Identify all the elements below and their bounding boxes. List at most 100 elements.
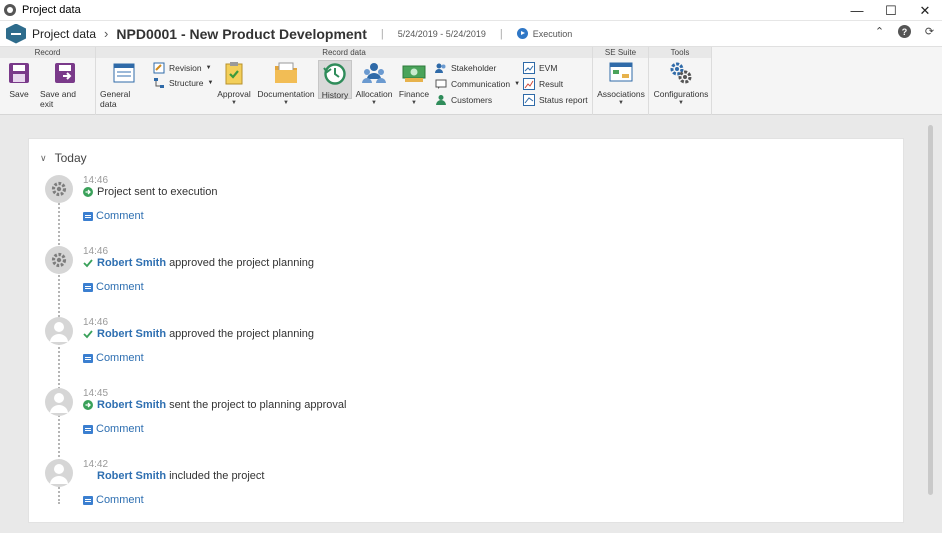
window-title: Project data <box>22 4 81 16</box>
play-icon <box>83 400 93 410</box>
comment-icon <box>83 282 93 292</box>
dropdown-caret-icon: ▼ <box>283 100 289 106</box>
header-divider: | <box>499 27 503 40</box>
customers-icon <box>435 94 447 106</box>
comment-label: Comment <box>96 423 144 435</box>
approval-button[interactable]: Approval ▼ <box>216 61 252 106</box>
group-label: SE Suite <box>593 47 648 58</box>
timeline-entry: 14:42 Robert Smith included the project … <box>29 459 889 529</box>
allocation-icon <box>362 61 386 85</box>
history-button[interactable]: History <box>318 60 352 100</box>
customers-button[interactable]: Customers <box>435 93 492 107</box>
timeline-group-header[interactable]: ∨ Today <box>40 151 87 165</box>
comment-link[interactable]: Comment <box>83 352 144 364</box>
help-icon[interactable]: ? <box>898 25 911 38</box>
communication-button[interactable]: Communication ▼ <box>435 77 520 91</box>
revision-icon <box>153 62 165 74</box>
header-divider: | <box>380 27 384 40</box>
ribbon-group-record: Record Save Save and exit <box>0 47 96 115</box>
record-status: Execution <box>516 28 572 39</box>
entry-time: 14:42 <box>83 459 109 470</box>
ribbon-group-tools: Tools Configurations ▼ <box>649 47 712 115</box>
status-report-button[interactable]: Status report <box>523 93 588 107</box>
close-button[interactable]: ✕ <box>908 0 942 21</box>
history-icon <box>323 62 347 86</box>
finance-icon <box>402 61 426 85</box>
customers-label: Customers <box>451 95 493 105</box>
maximize-button[interactable]: ☐ <box>874 0 908 21</box>
ribbon-group-se-suite: SE Suite Associations ▼ <box>593 47 649 115</box>
group-label: Tools <box>649 47 711 58</box>
communication-icon <box>435 78 447 90</box>
entry-user-link[interactable]: Robert Smith <box>97 470 166 482</box>
comment-icon <box>83 424 93 434</box>
user-icon <box>45 388 73 416</box>
save-exit-icon <box>53 61 77 85</box>
stakeholder-icon <box>435 62 447 74</box>
associations-icon <box>609 61 633 85</box>
stakeholder-button[interactable]: Stakeholder <box>435 61 496 75</box>
vertical-scrollbar[interactable] <box>928 125 933 495</box>
comment-link[interactable]: Comment <box>83 210 144 222</box>
blank-status <box>83 471 93 481</box>
save-icon <box>7 61 31 85</box>
dropdown-caret-icon: ▼ <box>207 80 214 86</box>
entry-text: Robert Smith approved the project planni… <box>83 328 314 340</box>
dropdown-caret-icon: ▼ <box>411 100 417 106</box>
collapse-icon[interactable]: ⌃ <box>873 25 886 38</box>
associations-label: Associations <box>597 89 645 99</box>
entry-user-link[interactable]: Robert Smith <box>97 399 166 411</box>
evm-button[interactable]: EVM <box>523 61 557 75</box>
check-icon <box>83 258 93 268</box>
minimize-button[interactable]: — <box>840 0 874 21</box>
entry-text: Robert Smith sent the project to plannin… <box>83 399 346 411</box>
entry-time: 14:45 <box>83 388 109 399</box>
chevron-down-icon[interactable]: ∨ <box>40 153 47 164</box>
structure-button[interactable]: Structure ▼ <box>153 76 213 90</box>
comment-icon <box>83 495 93 505</box>
documentation-button[interactable]: Documentation ▼ <box>257 61 315 106</box>
associations-button[interactable]: Associations ▼ <box>597 61 645 106</box>
header-actions: ⌃ ? ⟳ <box>873 25 936 38</box>
dropdown-caret-icon: ▼ <box>205 65 212 71</box>
general-data-label: General data <box>100 89 131 109</box>
check-icon <box>83 329 93 339</box>
save-exit-label: Save and exit <box>40 89 76 109</box>
save-exit-button[interactable]: Save and exit <box>40 61 90 109</box>
configurations-button[interactable]: Configurations ▼ <box>653 61 709 106</box>
comment-label: Comment <box>96 210 144 222</box>
refresh-icon[interactable]: ⟳ <box>923 25 936 38</box>
entry-time: 14:46 <box>83 175 109 186</box>
allocation-button[interactable]: Allocation ▼ <box>356 61 392 106</box>
play-icon <box>83 187 93 197</box>
timeline-entry: 14:46 Project sent to execution Comment <box>29 175 889 245</box>
comment-icon <box>83 211 93 221</box>
save-label: Save <box>9 89 29 99</box>
entry-description: sent the project to planning approval <box>169 399 347 411</box>
history-label: History <box>321 90 349 100</box>
revision-button[interactable]: Revision ▼ <box>153 61 212 75</box>
timeline-entry: 14:46 Robert Smith approved the project … <box>29 317 889 387</box>
comment-label: Comment <box>96 494 144 506</box>
stakeholder-label: Stakeholder <box>451 63 497 73</box>
general-data-button[interactable]: General data <box>100 61 148 109</box>
comment-label: Comment <box>96 281 144 293</box>
comment-link[interactable]: Comment <box>83 423 144 435</box>
gear-icon <box>45 175 73 203</box>
comment-link[interactable]: Comment <box>83 281 144 293</box>
entry-user-link[interactable]: Robert Smith <box>97 328 166 340</box>
timeline-entry: 14:46 Robert Smith approved the project … <box>29 246 889 316</box>
breadcrumb-section[interactable]: Project data <box>32 27 96 41</box>
entry-user-link[interactable]: Robert Smith <box>97 257 166 269</box>
structure-label: Structure <box>169 78 204 88</box>
comment-icon <box>83 353 93 363</box>
finance-button[interactable]: Finance ▼ <box>396 61 432 106</box>
window-titlebar: Project data — ☐ ✕ <box>0 0 942 21</box>
status-report-icon <box>523 94 535 106</box>
comment-link[interactable]: Comment <box>83 494 144 506</box>
result-icon <box>523 78 535 90</box>
save-button[interactable]: Save <box>6 61 32 99</box>
ribbon-group-record-data: Record data General data Revision ▼ Stru… <box>96 47 593 115</box>
result-button[interactable]: Result <box>523 77 563 91</box>
revision-label: Revision <box>169 63 202 73</box>
